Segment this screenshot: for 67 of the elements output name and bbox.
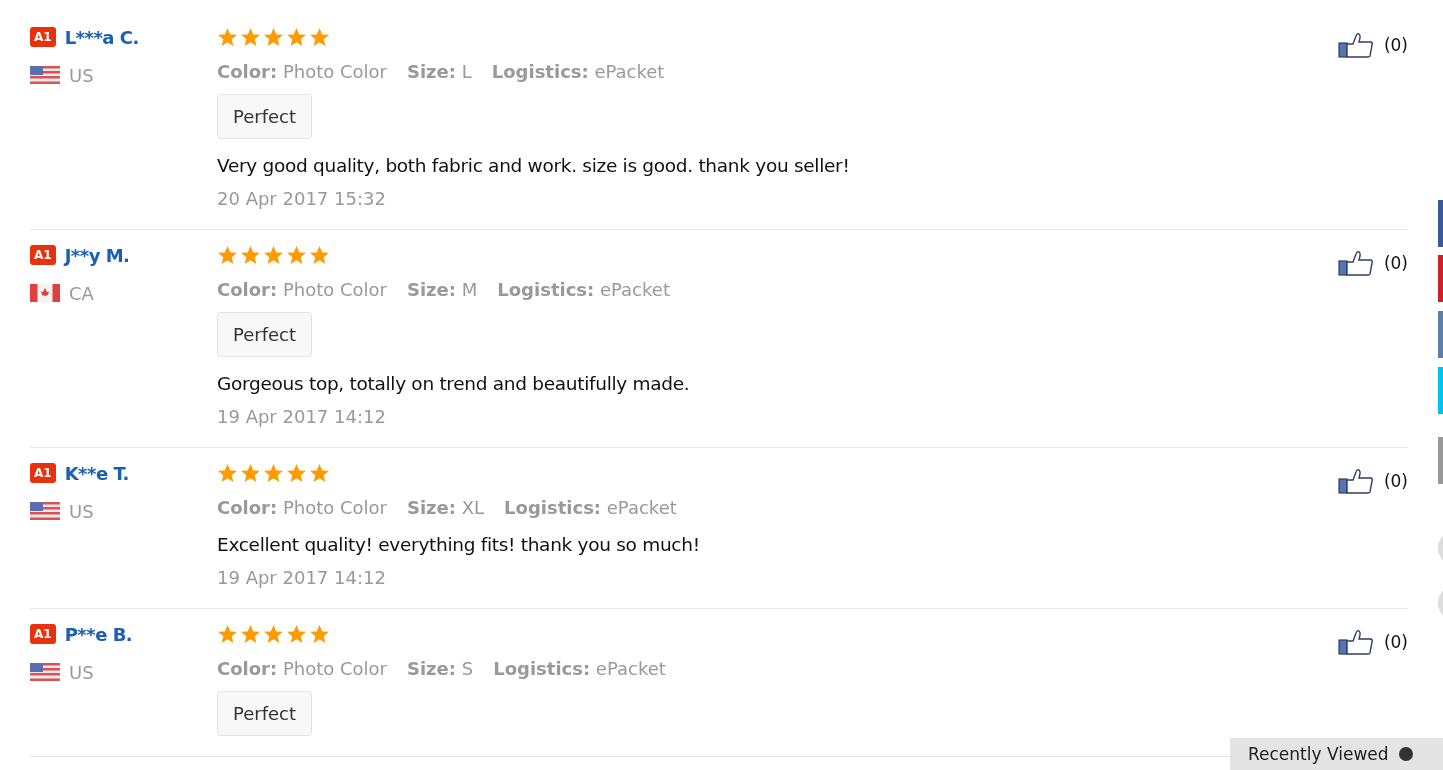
star-icon <box>309 245 330 265</box>
star-icon <box>217 27 238 47</box>
star-icon <box>286 27 307 47</box>
like-count: (0) <box>1383 35 1408 55</box>
review-date: 20 Apr 2017 15:32 <box>217 188 386 209</box>
star-icon <box>240 463 261 483</box>
star-icon <box>263 27 284 47</box>
country-code: US <box>69 500 94 522</box>
review-text: Excellent quality! everything fits! thank you so much! <box>217 534 700 555</box>
review-tag: Perfect <box>217 94 313 139</box>
buyer-name-link[interactable]: K**e T. <box>64 462 129 484</box>
order-attribute: Size: XL <box>407 497 485 518</box>
star-icon <box>263 624 284 644</box>
star-icon <box>217 463 238 483</box>
order-attribute: Size: S <box>407 658 474 679</box>
order-attribute: Logistics: ePacket <box>491 61 665 82</box>
star-icon <box>309 624 330 644</box>
order-attribute: Color: Photo Color <box>217 61 387 82</box>
review-tag: Perfect <box>217 312 313 357</box>
buyer-level-badge: A1 <box>30 624 56 644</box>
star-icon <box>286 463 307 483</box>
thumbs-up-icon[interactable] <box>1337 629 1374 655</box>
star-icon <box>309 27 330 47</box>
thumbs-up-icon[interactable] <box>1337 250 1374 276</box>
country-code: US <box>69 661 94 683</box>
buyer-name-link[interactable]: L***a C. <box>64 26 139 48</box>
country-code: US <box>69 64 94 86</box>
star-icon <box>309 463 330 483</box>
order-attribute: Color: Photo Color <box>217 658 387 679</box>
order-attribute: Color: Photo Color <box>217 497 387 518</box>
country-code: CA <box>69 282 94 304</box>
like-count: (0) <box>1383 632 1408 652</box>
thumbs-up-icon[interactable] <box>1337 468 1374 494</box>
buyer-level-badge: A1 <box>30 245 56 265</box>
star-icon <box>240 245 261 265</box>
review-date: 19 Apr 2017 14:12 <box>217 567 386 588</box>
flag-icon <box>30 502 60 520</box>
panel-title: Recently Viewed <box>1248 744 1389 764</box>
buyer-name-link[interactable]: P**e B. <box>64 623 133 645</box>
review-date: 19 Apr 2017 14:12 <box>217 406 386 427</box>
buyer-name-link[interactable]: J**y M. <box>64 244 130 266</box>
order-attribute: Logistics: ePacket <box>504 497 677 518</box>
flag-icon <box>30 284 60 302</box>
star-icon <box>263 463 284 483</box>
star-icon <box>240 624 261 644</box>
star-icon <box>217 624 238 644</box>
like-count: (0) <box>1383 471 1408 491</box>
star-icon <box>217 245 238 265</box>
order-attribute: Logistics: ePacket <box>497 279 670 300</box>
buyer-level-badge: A1 <box>30 27 56 47</box>
review-text: Very good quality, both fabric and work. size is good. thank you seller! <box>217 155 850 176</box>
buyer-level-badge: A1 <box>30 463 56 483</box>
recently-viewed-panel[interactable]: Recently Viewed <box>1230 738 1443 770</box>
order-attribute: Logistics: ePacket <box>493 658 666 679</box>
like-count: (0) <box>1383 253 1408 273</box>
flag-icon <box>30 663 60 681</box>
flag-icon <box>30 66 60 84</box>
order-attribute: Size: L <box>407 61 472 82</box>
review-text: Gorgeous top, totally on trend and beautifully made. <box>217 373 690 394</box>
order-attribute: Color: Photo Color <box>217 279 387 300</box>
star-icon <box>240 27 261 47</box>
thumbs-up-icon[interactable] <box>1337 32 1374 58</box>
order-attribute: Size: M <box>407 279 478 300</box>
star-icon <box>286 245 307 265</box>
review-tag: Perfect <box>217 691 313 736</box>
star-icon <box>263 245 284 265</box>
star-icon <box>286 624 307 644</box>
